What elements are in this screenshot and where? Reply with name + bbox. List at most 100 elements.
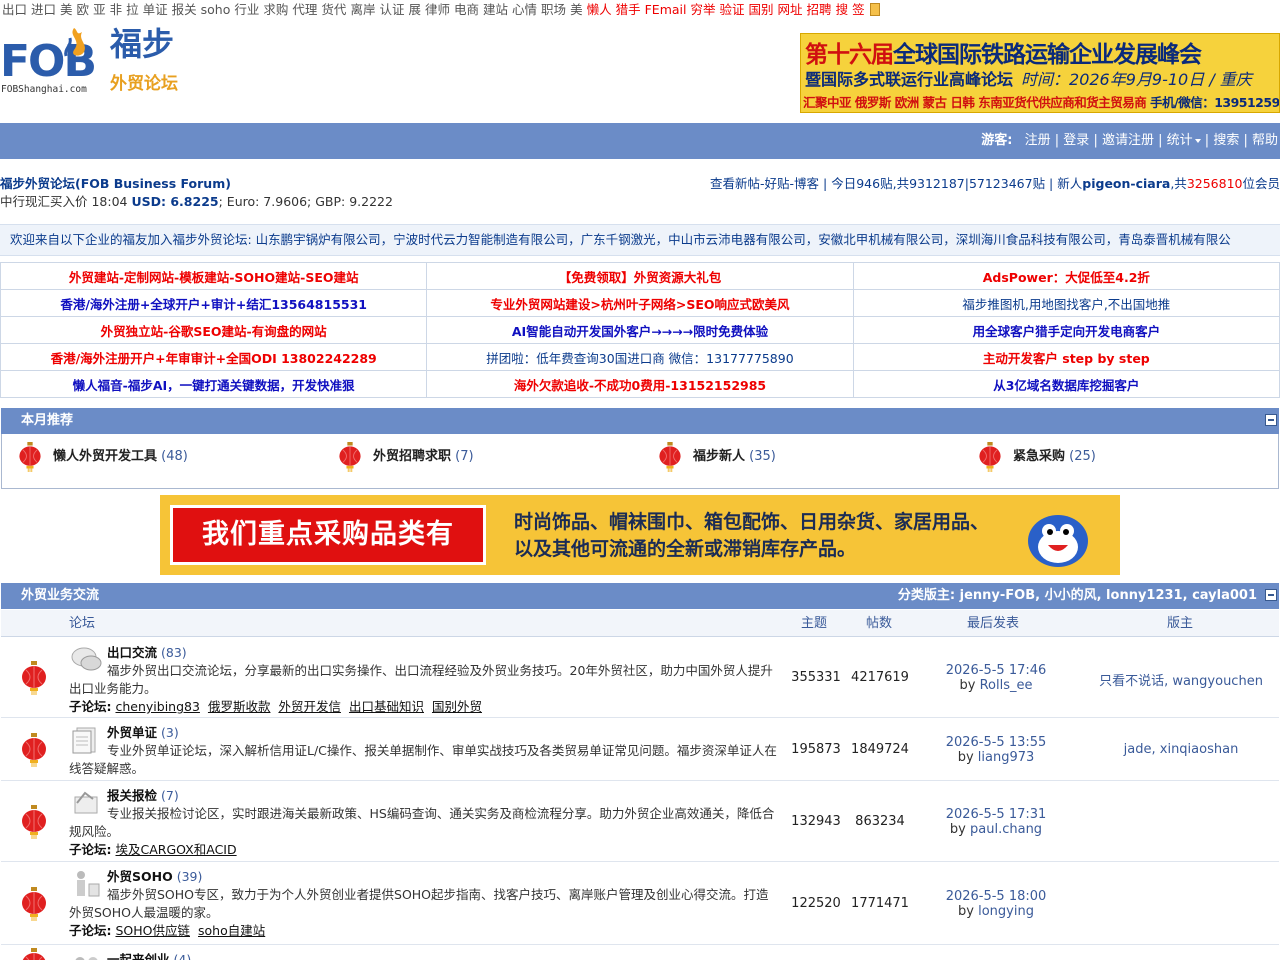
top-link[interactable]: 电商 xyxy=(454,2,479,17)
last-post-user[interactable]: liang973 xyxy=(978,750,1035,765)
top-link[interactable]: 单证 xyxy=(143,2,168,17)
subforum-link[interactable]: chenyibing83 xyxy=(115,699,199,714)
top-link[interactable]: 货代 xyxy=(321,2,346,17)
forum-today-count: (7) xyxy=(161,788,179,803)
subforum-link[interactable]: soho自建站 xyxy=(198,923,265,938)
top-link[interactable]: 律师 xyxy=(425,2,450,17)
text-ad-link[interactable]: 香港/海外注册开户+年审审计+全国ODI 13802242289 xyxy=(0,343,428,371)
top-link[interactable]: 认证 xyxy=(379,2,404,17)
top-red-link[interactable]: 国别 xyxy=(749,2,774,17)
top-red-link[interactable]: 签 xyxy=(852,2,865,17)
forum-title-link[interactable]: 外贸单证 xyxy=(107,725,157,740)
monthly-item[interactable]: 福步新人 (35) xyxy=(657,442,776,472)
monthly-item[interactable]: 懒人外贸开发工具 (48) xyxy=(17,442,188,472)
top-red-link[interactable]: 穷举 xyxy=(690,2,715,17)
top-link[interactable]: 非 xyxy=(110,2,123,17)
text-ad-link[interactable]: 福步推图机,用地图找客户,不出国地推 xyxy=(852,289,1280,317)
text-ad-link[interactable]: 【免费领取】外贸资源大礼包 xyxy=(426,262,854,290)
site-logo[interactable]: FOB 福步 外贸论坛 FOBShanghai.com xyxy=(0,24,200,100)
last-post-time[interactable]: 2026-5-5 18:00 xyxy=(931,889,1061,904)
top-link[interactable]: 进口 xyxy=(31,2,56,17)
top-link[interactable]: 行业 xyxy=(234,2,259,17)
top-red-link[interactable]: 懒人 xyxy=(587,2,612,17)
monthly-item-label: 紧急采购 xyxy=(1013,449,1066,464)
text-ad-link[interactable]: 懒人福音-福步AI，一键打通关键数据，开发快准狠 xyxy=(0,370,428,398)
top-link[interactable]: 欧 xyxy=(77,2,90,17)
top-link[interactable]: 展 xyxy=(408,2,421,17)
top-link[interactable]: soho xyxy=(201,2,231,17)
forum-title-link[interactable]: 报关报检 xyxy=(107,788,157,803)
last-post-user[interactable]: paul.chang xyxy=(970,822,1042,837)
forum-posts: 4217619 xyxy=(851,670,909,685)
text-ad-link[interactable]: AdsPower：大促低至4.2折 xyxy=(852,262,1280,290)
top-link[interactable]: 报关 xyxy=(172,2,197,17)
top-link[interactable]: 亚 xyxy=(93,2,106,17)
top-link[interactable]: 建站 xyxy=(483,2,508,17)
railway-summit-ad-banner[interactable]: 第十六届全球国际铁路运输企业发展峰会 暨国际多式联运行业高峰论坛 时间：2026年… xyxy=(800,33,1280,113)
last-post[interactable]: 2026-5-5 18:00 by longying xyxy=(931,889,1061,919)
subforum-link[interactable]: 出口基础知识 xyxy=(349,699,424,714)
top-red-link[interactable]: 招聘 xyxy=(807,2,832,17)
last-post-time[interactable]: 2026-5-5 17:31 xyxy=(931,807,1061,822)
top-link[interactable]: 职场 xyxy=(541,2,566,17)
subforum-link[interactable]: 俄罗斯收款 xyxy=(208,699,271,714)
top-link[interactable]: 离岸 xyxy=(350,2,375,17)
top-red-link[interactable]: 验证 xyxy=(720,2,745,17)
subforum-link[interactable]: 埃及CARGOX和ACID xyxy=(115,842,236,857)
new-user-link[interactable]: pigeon-ciara xyxy=(1082,176,1170,191)
last-post-time[interactable]: 2026-5-5 13:55 xyxy=(931,735,1061,750)
nav-item[interactable]: 帮助 xyxy=(1252,133,1278,148)
forum-title-link[interactable]: 外贸SOHO xyxy=(107,869,173,884)
new-posts-link[interactable]: 查看新帖-好贴-博客 xyxy=(710,176,819,191)
ad-line1-red: 第十六届 xyxy=(805,42,894,68)
forum-name-link[interactable]: 福步外贸论坛(FOB Business Forum) xyxy=(0,175,393,193)
monthly-item[interactable]: 外贸招聘求职 (7) xyxy=(337,442,474,472)
nav-item[interactable]: 邀请注册 xyxy=(1102,133,1154,148)
monthly-item[interactable]: 紧急采购 (25) xyxy=(977,442,1096,472)
calculator-icon[interactable] xyxy=(869,3,880,16)
text-ad-link[interactable]: 主动开发客户 step by step xyxy=(852,343,1280,371)
last-post[interactable]: 2026-5-5 13:55 by liang973 xyxy=(931,735,1061,765)
text-ad-link[interactable]: AI智能自动开发国外客户→→→→限时免费体验 xyxy=(426,316,854,344)
subforum-link[interactable]: 外贸开发信 xyxy=(278,699,341,714)
last-post-user[interactable]: Rolls_ee xyxy=(980,678,1033,693)
subforum-link[interactable]: 国别外贸 xyxy=(432,699,482,714)
top-link[interactable]: 心情 xyxy=(512,2,537,17)
nav-item[interactable]: 搜索 xyxy=(1213,133,1239,148)
nav-item[interactable]: 注册 xyxy=(1025,133,1051,148)
last-post-time[interactable]: 2026-5-5 17:46 xyxy=(931,663,1061,678)
subforum-link[interactable]: SOHO供应链 xyxy=(115,923,190,938)
collapse-icon[interactable] xyxy=(1265,589,1277,601)
nav-item[interactable]: 登录 xyxy=(1063,133,1089,148)
text-ad-link[interactable]: 海外欠款追收-不成功0费用-13152152985 xyxy=(426,370,854,398)
forum-moderators[interactable]: 只看不说话, wangyouchen xyxy=(1081,670,1280,689)
top-link[interactable]: 代理 xyxy=(292,2,317,17)
collapse-icon[interactable] xyxy=(1265,414,1277,426)
last-post-user[interactable]: longying xyxy=(978,904,1034,919)
forum-moderators[interactable]: jade, xinqiaoshan xyxy=(1081,742,1280,757)
lantern-icon xyxy=(21,948,47,960)
top-link[interactable]: 美 xyxy=(570,2,583,17)
top-red-link[interactable]: 猎手 xyxy=(616,2,641,17)
top-link[interactable]: 拉 xyxy=(126,2,139,17)
text-ad-link[interactable]: 专业外贸网站建设>杭州叶子网络>SEO响应式欧美风 xyxy=(426,289,854,317)
nav-item[interactable]: 统计 xyxy=(1167,133,1193,148)
text-ad-link[interactable]: 外贸建站-定制网站-模板建站-SOHO建站-SEO建站 xyxy=(0,262,428,290)
purchase-categories-banner[interactable]: 我们重点采购品类有 时尚饰品、帽袜围巾、箱包配饰、日用杂货、家居用品、 以及其他可… xyxy=(160,495,1120,575)
top-red-link[interactable]: 网址 xyxy=(778,2,803,17)
text-ad-link[interactable]: 香港/海外注册+全球开户+审计+结汇13564815531 xyxy=(0,289,428,317)
top-link[interactable]: 求购 xyxy=(263,2,288,17)
top-link[interactable]: 出口 xyxy=(2,2,27,17)
last-post[interactable]: 2026-5-5 17:46 by Rolls_ee xyxy=(931,663,1061,693)
top-red-link[interactable]: 搜 xyxy=(836,2,849,17)
text-ad-link[interactable]: 用全球客户猎手定向开发电商客户 xyxy=(852,316,1280,344)
ad-row: 外贸独立站-谷歌SEO建站-有询盘的网站 AI智能自动开发国外客户→→→→限时免费… xyxy=(0,316,1280,344)
forum-title-link[interactable]: 一起来创业 xyxy=(107,952,170,960)
text-ad-link[interactable]: 从3亿域名数据库挖掘客户 xyxy=(852,370,1280,398)
text-ad-link[interactable]: 外贸独立站-谷歌SEO建站-有询盘的网站 xyxy=(0,316,428,344)
last-post[interactable]: 2026-5-5 17:31 by paul.chang xyxy=(931,807,1061,837)
top-link[interactable]: 美 xyxy=(60,2,73,17)
text-ad-link[interactable]: 拼团啦：低年费查询30国进口商 微信：13177775890 xyxy=(426,343,854,371)
top-red-link[interactable]: FEmail xyxy=(645,2,687,17)
forum-title-link[interactable]: 出口交流 xyxy=(107,645,157,660)
